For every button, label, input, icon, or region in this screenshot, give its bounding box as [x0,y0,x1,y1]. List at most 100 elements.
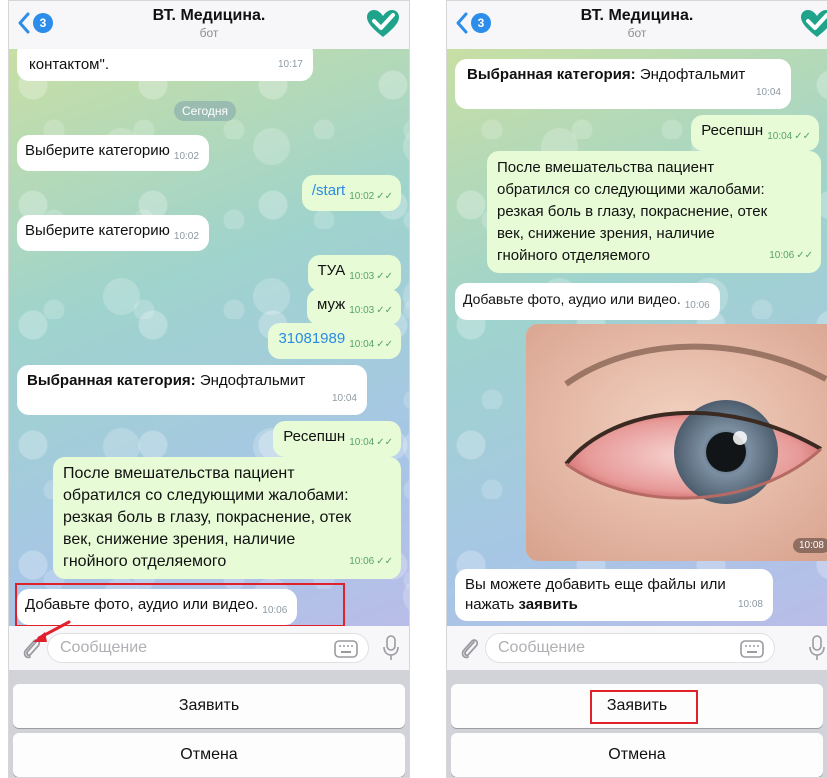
double-check-icon: ✓✓ [376,556,393,567]
complaint-line: век, снижение зрения, наличие [63,531,296,548]
message-incoming: Выбранная категория: Эндофтальмит 10:04 [17,365,367,415]
message-time: 10:02 [173,231,199,242]
message-input[interactable]: Сообщение [485,633,775,663]
message-text: муж [317,296,346,313]
message-text: ТУА [317,262,346,279]
category-value: Эндофтальмит [195,372,306,389]
message-text: нажать [465,596,519,613]
complaint-line: обратился со следующими жалобами: [497,181,765,198]
message-time: 10:04 [349,339,375,350]
cancel-button[interactable]: Отмена [13,733,405,777]
complaint-line: гнойного отделяемого [497,247,651,264]
chat-title-block[interactable]: ВТ. Медицина. бот [9,6,409,40]
chat-subtitle: бот [627,26,647,40]
reply-keyboard: Заявить Отмена [9,670,409,777]
message-incoming: Вы можете добавить еще файлы или нажать … [455,569,773,621]
message-time: 10:17 [277,59,303,70]
input-placeholder: Сообщение [60,639,148,656]
keyboard-icon[interactable] [740,640,764,658]
complaint-line: После вмешательства пациент [497,159,715,176]
message-text: Выберите категорию [25,222,170,239]
message-outgoing: После вмешательства пациент обратился со… [487,151,821,273]
double-check-icon: ✓✓ [376,305,393,316]
message-time: 10:06 [349,556,375,567]
category-label: Выбранная категория: [467,66,636,83]
right-phone-screen: 3 ВТ. Медицина. бот Выбранная категория:… [446,0,827,778]
message-time: 10:02 [349,191,375,202]
message-incoming: контактом". 10:17 [17,49,313,81]
message-time: 10:04 [349,437,375,448]
photo-time: 10:08 [792,538,827,553]
message-input-bar: Сообщение [9,620,409,670]
message-input-bar: Сообщение [447,626,827,670]
message-outgoing: После вмешательства пациент обратился со… [53,457,401,579]
message-outgoing: Ресепшн 10:04 ✓✓ [273,421,401,457]
double-check-icon: ✓✓ [376,339,393,350]
message-outgoing: муж 10:03 ✓✓ [307,289,401,325]
message-incoming: Выбранная категория: Эндофтальмит 10:04 [455,59,791,109]
chat-title: ВТ. Медицина. [580,7,694,24]
message-text: Ресепшн [283,428,346,445]
submit-button[interactable]: Заявить [13,684,405,728]
message-input[interactable]: Сообщение [47,633,369,663]
message-outgoing: /start 10:02 ✓✓ [301,175,401,211]
eye-photo [526,324,827,561]
chat-area[interactable]: Выбранная категория: Эндофтальмит 10:04 … [447,49,827,626]
complaint-line: резкая боль в глазу, покраснение, отек [63,509,352,526]
message-time: 10:02 [173,151,199,162]
message-incoming: Добавьте фото, аудио или видео. 10:06 [455,283,720,320]
paperclip-icon[interactable] [459,636,481,660]
complaint-line: обратился со следующими жалобами: [63,487,349,504]
reply-keyboard: Заявить Отмена [447,670,827,777]
microphone-icon[interactable] [383,635,399,661]
message-text: Вы можете добавить еще файлы или [465,576,726,593]
chat-title-block[interactable]: ВТ. Медицина. бот [447,6,827,40]
message-incoming: Выберите категорию 10:02 [17,215,209,251]
double-check-icon: ✓✓ [376,191,393,202]
category-label: Выбранная категория: [27,372,196,389]
chat-area[interactable]: контактом". 10:17 Сегодня Выберите катег… [9,49,409,626]
message-time: 10:04 [755,87,781,98]
message-time: 10:08 [737,599,763,610]
complaint-line: резкая боль в глазу, покраснение, отек [497,203,768,220]
chat-header: 3 ВТ. Медицина. бот [9,1,409,49]
highlight-frame [590,690,698,724]
message-outgoing: 31081989 10:04 ✓✓ [268,323,401,359]
message-outgoing: Ресепшн 10:04 ✓✓ [691,115,819,151]
double-check-icon: ✓✓ [794,131,811,142]
message-time: 10:06 [769,250,795,261]
message-text: Добавьте фото, аудио или видео. [463,291,681,307]
command-link[interactable]: /start [312,182,345,199]
double-check-icon: ✓✓ [376,271,393,282]
message-text: 31081989 [278,330,346,347]
message-incoming: Выберите категорию 10:02 [17,135,209,171]
double-check-icon: ✓✓ [796,250,813,261]
complaint-line: После вмешательства пациент [63,465,295,482]
message-outgoing: ТУА 10:03 ✓✓ [307,255,401,291]
message-time: 10:04 [767,131,793,142]
double-check-icon: ✓✓ [376,437,393,448]
message-text: Выберите категорию [25,142,170,159]
chat-header: 3 ВТ. Медицина. бот [447,1,827,49]
complaint-line: век, снижение зрения, наличие [497,225,715,242]
message-bold-word: заявить [518,596,578,613]
input-placeholder: Сообщение [498,639,586,656]
message-time: 10:04 [331,393,357,404]
message-text: Ресепшн [701,122,764,139]
complaint-line: гнойного отделяемого [63,553,227,570]
keyboard-icon[interactable] [334,640,358,658]
message-time: 10:06 [684,300,710,311]
cancel-button[interactable]: Отмена [451,733,823,777]
microphone-icon[interactable] [809,635,825,661]
eye-photo-attachment[interactable]: 10:08 [526,324,827,561]
message-text: контактом". [29,56,109,73]
category-value: Эндофтальмит [635,66,746,83]
chat-title: ВТ. Медицина. [152,7,266,24]
left-phone-screen: 3 ВТ. Медицина. бот контактом". 10:17 Се… [8,0,410,778]
heart-check-logo[interactable] [799,9,827,39]
chat-subtitle: бот [199,26,219,40]
message-time: 10:03 [349,305,375,316]
date-separator: Сегодня [174,101,236,121]
heart-check-logo[interactable] [365,9,401,39]
message-time: 10:03 [349,271,375,282]
